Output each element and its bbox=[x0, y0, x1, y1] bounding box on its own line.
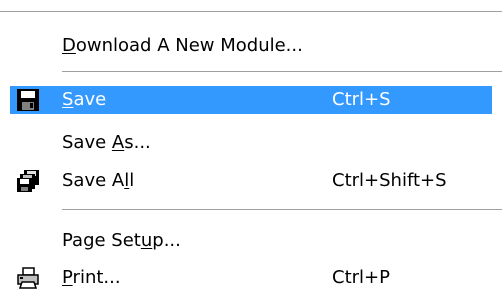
menu-item-label: Download A New Module... bbox=[62, 35, 303, 56]
menu-item-print[interactable]: Print... Ctrl+P bbox=[10, 264, 492, 292]
menu-separator bbox=[62, 209, 502, 211]
menu-item-save-all[interactable]: Save All Ctrl+Shift+S bbox=[10, 167, 492, 195]
floppy-disk-icon bbox=[16, 88, 40, 112]
menu-item-page-setup[interactable]: Page Setup... bbox=[10, 227, 492, 255]
menu-item-save-as[interactable]: Save As... bbox=[10, 129, 492, 157]
menu-item-label: Save bbox=[62, 89, 107, 110]
menu-item-label: Save All bbox=[62, 170, 135, 191]
menu-item-shortcut: Ctrl+S bbox=[332, 89, 391, 110]
menu-item-label: Page Setup... bbox=[62, 230, 181, 251]
menu-top-divider bbox=[0, 11, 502, 12]
menu-item-save[interactable]: Save Ctrl+S bbox=[10, 86, 492, 114]
menu-item-label: Print... bbox=[62, 267, 121, 288]
multiple-disks-icon bbox=[16, 169, 40, 193]
menu-separator bbox=[62, 71, 502, 73]
menu-item-download-module[interactable]: Download A New Module... bbox=[10, 32, 492, 60]
menu-item-shortcut: Ctrl+P bbox=[332, 267, 390, 288]
menu-item-shortcut: Ctrl+Shift+S bbox=[332, 170, 447, 191]
printer-icon bbox=[16, 266, 40, 290]
file-menu: Download A New Module... Save Ctrl+S Sav… bbox=[0, 0, 502, 298]
menu-item-label: Save As... bbox=[62, 132, 151, 153]
